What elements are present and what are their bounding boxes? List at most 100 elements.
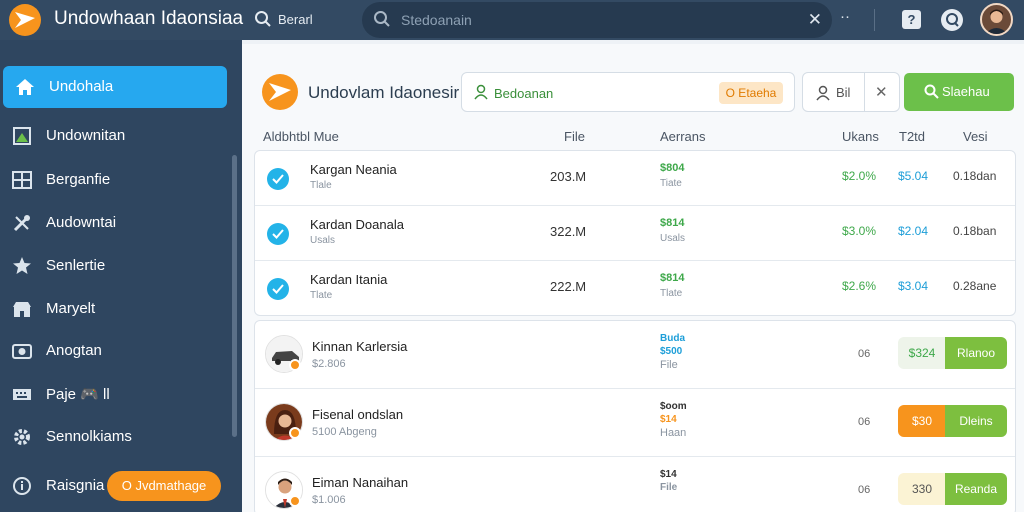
avatar[interactable] <box>980 3 1013 36</box>
status-badge <box>289 427 301 439</box>
price-badge[interactable]: $30 <box>898 405 946 437</box>
quantity-value: 06 <box>858 416 871 428</box>
search-button[interactable]: Slaehau <box>904 73 1014 111</box>
column-header[interactable]: Aldbhtbl Mue <box>263 129 339 144</box>
sidebar-item-label: Undownitan <box>46 127 126 144</box>
search-icon[interactable] <box>254 10 272 28</box>
column-header[interactable]: Ukans <box>842 129 879 144</box>
status-badge <box>289 359 301 371</box>
action-button[interactable]: Rlanoo <box>945 337 1007 369</box>
logo-icon <box>262 74 298 110</box>
search-label[interactable]: Berarl <box>278 12 313 27</box>
sidebar-scrollbar[interactable] <box>232 155 237 437</box>
quantity-value: 06 <box>858 484 871 496</box>
user-icon <box>816 85 830 101</box>
user-subtitle: $2.806 <box>312 358 346 370</box>
version-value: 0.18ban <box>953 224 997 238</box>
user-name: Fisenal ondslan <box>312 407 404 422</box>
file-table: Kargan Neania Tlale 203.M $804 Tiate $2.0% $5.… <box>254 150 1016 316</box>
check-icon[interactable] <box>267 223 289 245</box>
sidebar-item-label: Maryelt <box>46 300 96 317</box>
column-header[interactable]: Vesi <box>963 129 988 144</box>
amount-subtitle: Tlate <box>660 288 683 299</box>
flag-icon <box>13 127 31 145</box>
price-badge[interactable]: $324 <box>898 337 946 369</box>
sidebar-item-home[interactable]: Undohala <box>3 66 227 108</box>
file-name: Kardan Itania <box>310 272 388 287</box>
sidebar-item-label: Anogtan <box>46 342 102 359</box>
column-header[interactable]: File <box>564 129 585 144</box>
quantity-value: 06 <box>858 348 871 360</box>
search-icon <box>924 84 939 99</box>
file-subtitle: Usals <box>310 235 336 246</box>
amount: $804 <box>660 162 685 174</box>
sidebar-item-settings[interactable]: Sennolkiams <box>0 416 230 458</box>
search-icon <box>374 11 390 27</box>
sidebar-item-label: Undohala <box>49 78 114 95</box>
percent-value: $2.6% <box>842 279 877 293</box>
detail-line: File <box>660 359 678 371</box>
amount: $814 <box>660 272 685 284</box>
help-icon[interactable]: ? <box>902 10 921 29</box>
main-panel: Undovlam Idaonesir Bedoanan O Etaeha Bil… <box>242 44 1024 512</box>
amount-subtitle: Usals <box>660 233 686 244</box>
user-filter-label: Bil <box>836 85 851 100</box>
sidebar: Undohala Undownitan Berganfie Audowntai … <box>0 40 242 512</box>
sidebar-item-camera[interactable]: Anogtan <box>0 330 230 372</box>
app-title: Undowhaan Idaonsiaa <box>54 8 244 29</box>
user-filter[interactable]: Bil ✕ <box>802 72 900 112</box>
table-row[interactable]: Kinnan Karlersia $2.806 Buda $500 File 06 $324… <box>255 321 1015 389</box>
search-input[interactable]: Stedoanain ✕ <box>362 2 832 38</box>
close-icon[interactable]: ✕ <box>875 83 888 101</box>
tools-icon <box>13 215 30 232</box>
sidebar-item-label: Berganfie <box>46 171 111 188</box>
sidebar-item-star[interactable]: Senlertie <box>0 245 230 287</box>
sidebar-item-keyboard[interactable]: Paje 🎮 ll <box>0 373 230 415</box>
check-icon[interactable] <box>267 278 289 300</box>
star-icon <box>13 257 31 274</box>
search-placeholder: Stedoanain <box>401 12 472 28</box>
check-icon[interactable] <box>267 168 289 190</box>
sidebar-item-label: Raisgnia <box>46 477 105 494</box>
action-button[interactable]: Dleins <box>945 405 1007 437</box>
table-row[interactable]: Fisenal ondslan 5100 Abgeng $oom $14 Haan 06 $… <box>255 389 1015 457</box>
logo-icon[interactable] <box>9 4 41 36</box>
action-button[interactable]: Reanda <box>945 473 1007 505</box>
price-value: $2.04 <box>898 224 929 238</box>
sidebar-item-tools[interactable]: Audowntai <box>0 202 230 244</box>
page-title: Undovlam Idaonesir <box>308 83 460 102</box>
info-icon <box>13 477 31 495</box>
detail-line: Haan <box>660 427 687 439</box>
table-row[interactable]: Kardan Doanala Usals 322.M $814 Usals $3.0% $2… <box>255 206 1015 261</box>
file-size: 222.M <box>550 279 587 294</box>
column-header[interactable]: Aerrans <box>660 129 706 144</box>
column-header[interactable]: T2td <box>899 129 925 144</box>
sidebar-item-info[interactable]: Raisgnia <box>0 465 104 507</box>
version-value: 0.28ane <box>953 279 997 293</box>
sidebar-item-grid[interactable]: Berganfie <box>0 159 230 201</box>
table-row[interactable]: Eiman Nanaihan $1.006 $14 File 06 330 Reanda <box>255 457 1015 512</box>
detail-line: $14 <box>660 469 677 480</box>
store-icon <box>13 302 31 317</box>
table-row[interactable]: Kargan Neania Tlale 203.M $804 Tiate $2.0% $5.… <box>255 151 1015 206</box>
user-name: Eiman Nanaihan <box>312 475 409 490</box>
chat-icon[interactable] <box>941 9 963 31</box>
sidebar-cta-button[interactable]: O Jvdmathage <box>107 471 221 501</box>
price-value: $5.04 <box>898 169 929 183</box>
price-badge[interactable]: 330 <box>898 473 946 505</box>
detail-line: $oom <box>660 401 687 412</box>
user-table: Kinnan Karlersia $2.806 Buda $500 File 06 $324… <box>254 320 1016 512</box>
amount: $814 <box>660 217 685 229</box>
filter-input[interactable]: Bedoanan O Etaeha <box>461 72 795 112</box>
filter-tag[interactable]: O Etaeha <box>719 82 783 104</box>
table-row[interactable]: Kardan Itania Tlate 222.M $814 Tlate $2.6% $3.… <box>255 261 1015 316</box>
percent-value: $2.0% <box>842 169 877 183</box>
clear-icon[interactable]: ✕ <box>808 10 822 30</box>
percent-value: $3.0% <box>842 224 877 238</box>
sidebar-item-label: Sennolkiams <box>46 428 132 445</box>
more-icon[interactable]: ·· <box>840 8 850 25</box>
file-subtitle: Tlate <box>310 290 333 301</box>
sidebar-item-flag[interactable]: Undownitan <box>0 115 230 157</box>
file-subtitle: Tlale <box>310 180 332 191</box>
sidebar-item-store[interactable]: Maryelt <box>0 288 230 330</box>
